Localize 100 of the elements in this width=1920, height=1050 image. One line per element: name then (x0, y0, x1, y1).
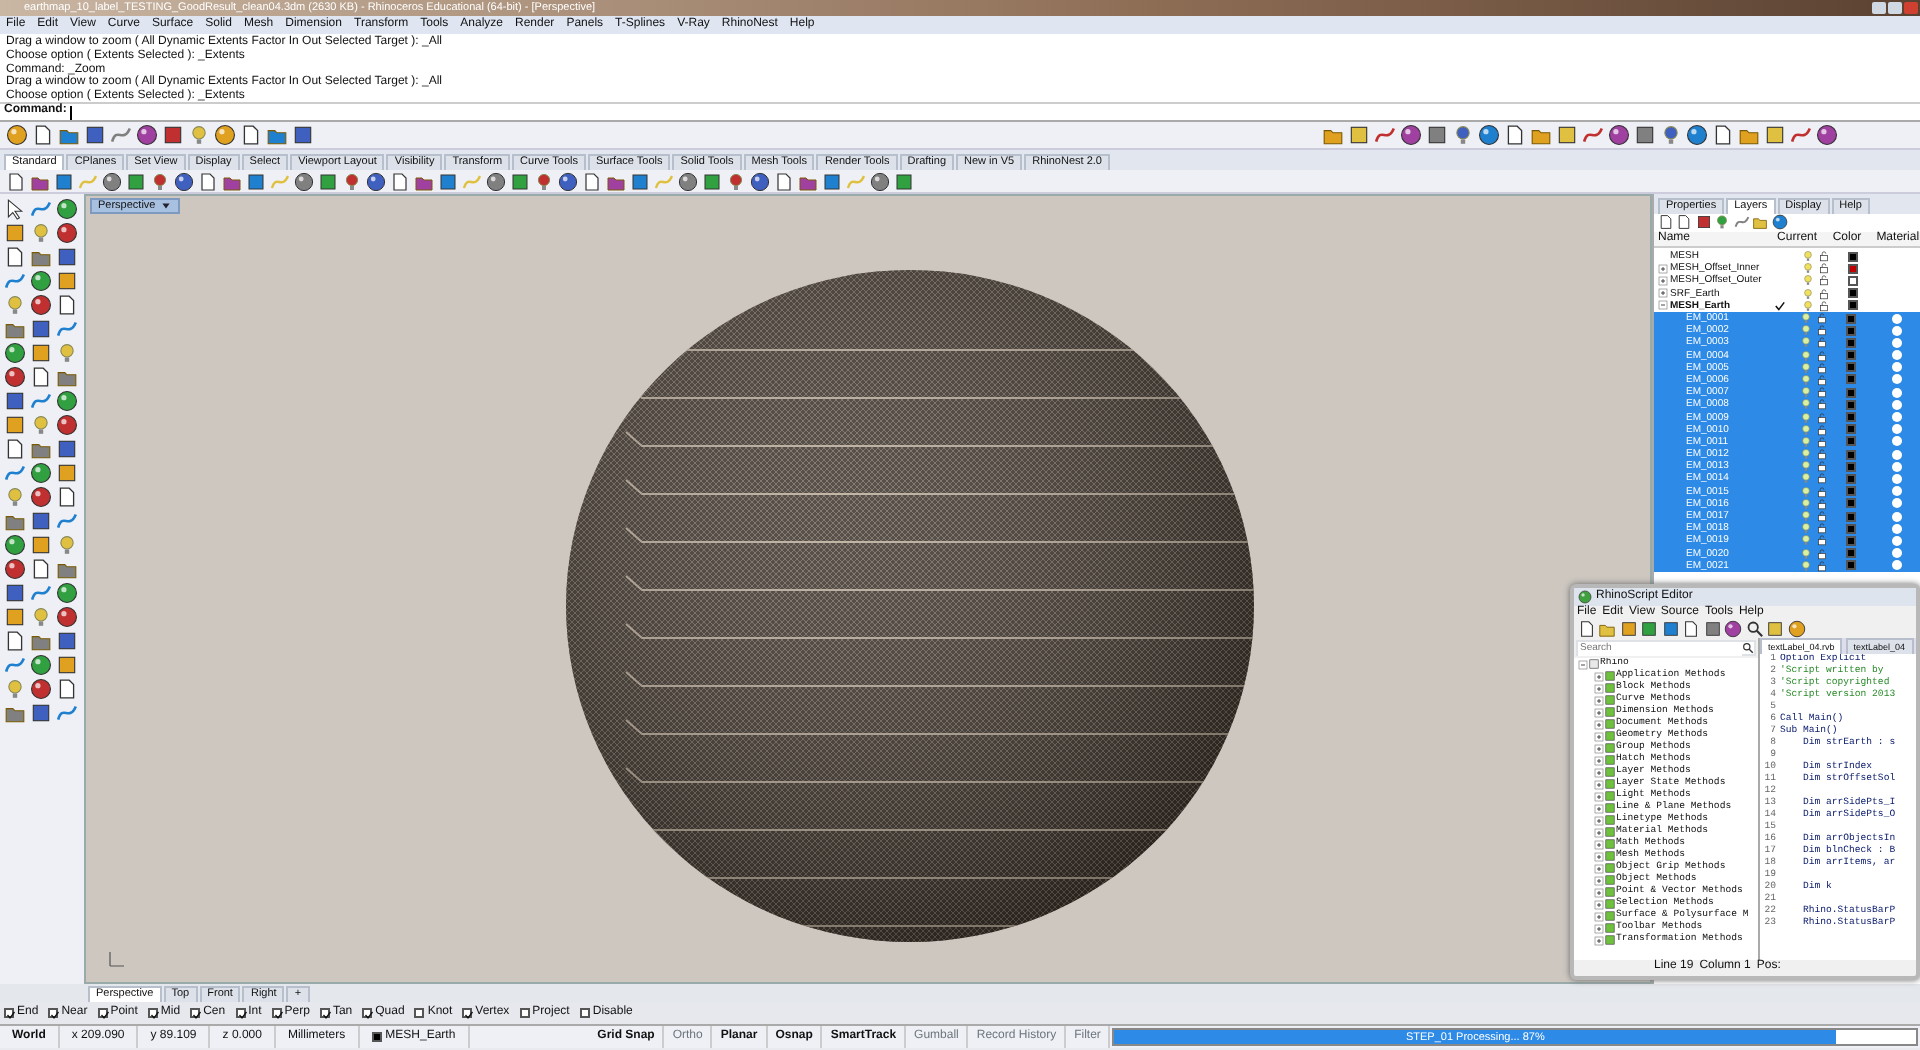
sphere-icon[interactable] (4, 534, 26, 556)
material-dot[interactable] (1891, 523, 1902, 534)
expand-icon[interactable] (1594, 911, 1604, 921)
lock-icon[interactable] (1818, 262, 1830, 275)
lock-icon[interactable] (1816, 485, 1829, 498)
sphere-icon[interactable] (56, 198, 78, 220)
lock-icon[interactable] (1818, 274, 1830, 287)
material-dot[interactable] (1891, 548, 1902, 559)
material-dot[interactable] (1891, 337, 1902, 348)
checkbox[interactable] (579, 1008, 590, 1018)
lock-icon[interactable] (1816, 534, 1829, 547)
square-icon[interactable] (318, 171, 338, 191)
color-swatch[interactable] (1845, 362, 1856, 373)
checkbox[interactable] (190, 1008, 201, 1018)
sphere-icon[interactable] (870, 171, 890, 191)
square-icon[interactable] (4, 390, 26, 412)
expand-icon[interactable] (1594, 827, 1604, 837)
lock-icon[interactable] (1816, 472, 1829, 485)
bulb-icon[interactable] (150, 171, 170, 191)
color-swatch[interactable] (1845, 412, 1856, 423)
folder-icon[interactable] (30, 246, 52, 268)
expand-icon[interactable] (1594, 839, 1604, 849)
material-dot[interactable] (1891, 424, 1902, 435)
document-icon[interactable] (56, 294, 78, 316)
square-icon[interactable] (1703, 620, 1721, 638)
square-icon[interactable] (4, 582, 26, 604)
minimize-button[interactable] (1871, 2, 1885, 14)
square-icon[interactable] (30, 702, 52, 724)
expand-icon[interactable] (1594, 923, 1604, 933)
lock-icon[interactable] (1816, 336, 1829, 349)
square-icon[interactable] (84, 124, 106, 146)
material-dot[interactable] (1891, 387, 1902, 398)
sphere-icon[interactable] (30, 486, 52, 508)
color-swatch[interactable] (1847, 300, 1857, 311)
expand-icon[interactable] (1594, 743, 1604, 753)
expand-icon[interactable] (1594, 731, 1604, 741)
sphere-icon[interactable] (214, 124, 236, 146)
folder-icon[interactable] (4, 702, 26, 724)
folder-icon[interactable] (30, 630, 52, 652)
color-swatch[interactable] (1845, 560, 1856, 571)
color-swatch[interactable] (1845, 337, 1856, 348)
bulb-icon[interactable] (342, 171, 362, 191)
lock-icon[interactable] (1816, 386, 1829, 399)
sphere-icon[interactable] (1478, 124, 1500, 146)
checkbox[interactable] (271, 1008, 282, 1018)
square-icon[interactable] (54, 171, 74, 191)
color-swatch[interactable] (1845, 449, 1856, 460)
material-dot[interactable] (1891, 560, 1902, 571)
expand-icon[interactable] (1594, 863, 1604, 873)
document-icon[interactable] (4, 438, 26, 460)
expand-icon[interactable] (1594, 779, 1604, 789)
sphere-icon[interactable] (30, 654, 52, 676)
bulb-icon[interactable] (1452, 124, 1474, 146)
search-icon[interactable] (1742, 642, 1754, 654)
square-icon[interactable] (1619, 620, 1637, 638)
sphere-icon[interactable] (1771, 214, 1787, 230)
material-dot[interactable] (1891, 313, 1902, 324)
square-icon[interactable] (822, 171, 842, 191)
square-icon[interactable] (1556, 124, 1578, 146)
square-icon[interactable] (1640, 620, 1658, 638)
material-dot[interactable] (1891, 325, 1902, 336)
color-swatch[interactable] (1847, 275, 1857, 286)
color-swatch[interactable] (1845, 424, 1856, 435)
color-swatch[interactable] (1845, 387, 1856, 398)
curve-icon[interactable] (4, 462, 26, 484)
curve-icon[interactable] (1374, 124, 1396, 146)
document-icon[interactable] (4, 630, 26, 652)
sphere-icon[interactable] (750, 171, 770, 191)
sphere-icon[interactable] (6, 124, 28, 146)
square-icon[interactable] (1426, 124, 1448, 146)
folder-icon[interactable] (56, 366, 78, 388)
square-icon[interactable] (30, 318, 52, 340)
expand-icon[interactable] (1594, 695, 1604, 705)
checkbox[interactable] (235, 1008, 246, 1018)
lock-icon[interactable] (1816, 312, 1829, 325)
material-dot[interactable] (1891, 498, 1902, 509)
square-icon[interactable] (702, 171, 722, 191)
color-swatch[interactable] (1845, 374, 1856, 385)
curve-icon[interactable] (56, 702, 78, 724)
square-icon[interactable] (292, 124, 314, 146)
sphere-icon[interactable] (1816, 124, 1838, 146)
material-dot[interactable] (1891, 350, 1902, 361)
curve-icon[interactable] (56, 318, 78, 340)
material-dot[interactable] (1891, 399, 1902, 410)
bulb-icon[interactable] (1660, 124, 1682, 146)
square-icon[interactable] (30, 510, 52, 532)
lock-icon[interactable] (1818, 299, 1830, 312)
folder-icon[interactable] (30, 438, 52, 460)
curve-icon[interactable] (30, 390, 52, 412)
folder-icon[interactable] (56, 558, 78, 580)
document-icon[interactable] (56, 678, 78, 700)
document-icon[interactable] (56, 486, 78, 508)
square-icon[interactable] (56, 462, 78, 484)
square-icon[interactable] (4, 222, 26, 244)
color-swatch[interactable] (1845, 350, 1856, 361)
color-swatch[interactable] (1845, 473, 1856, 484)
sphere-icon[interactable] (30, 678, 52, 700)
square-icon[interactable] (510, 171, 530, 191)
square-icon[interactable] (1695, 214, 1711, 230)
lock-icon[interactable] (1816, 324, 1829, 337)
